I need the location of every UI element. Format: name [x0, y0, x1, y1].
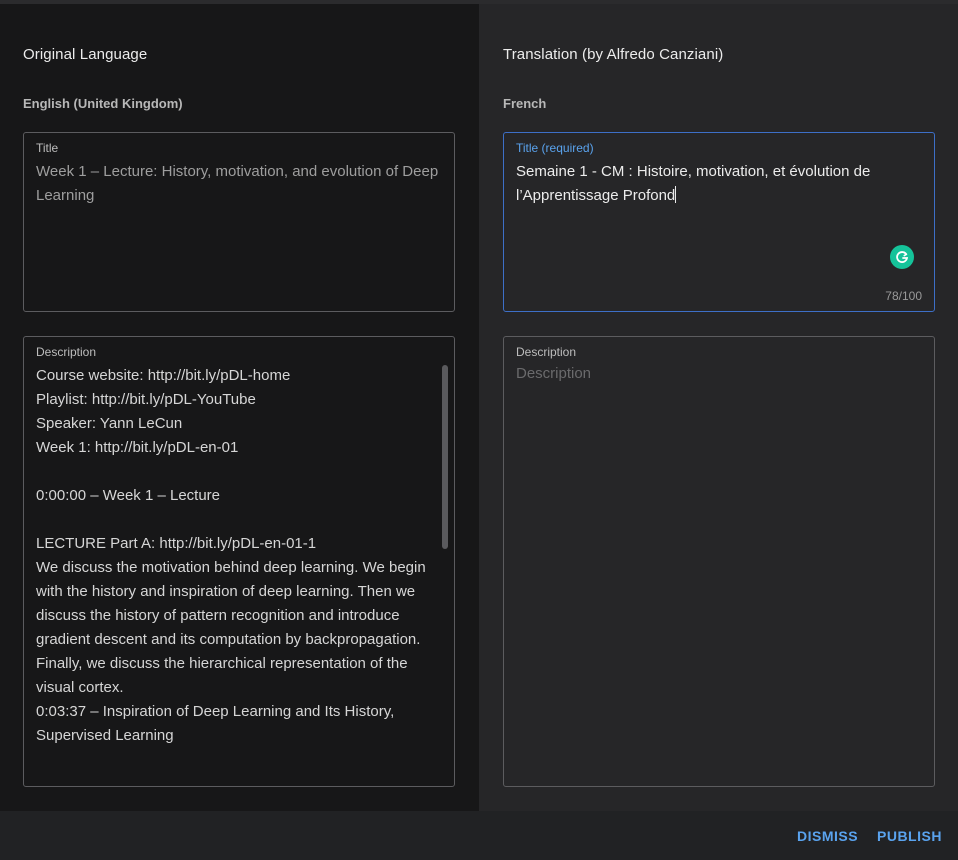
- translation-description-label: Description: [516, 345, 577, 359]
- dismiss-button[interactable]: DISMISS: [797, 828, 858, 844]
- description-line: visual cortex.: [36, 679, 124, 696]
- title-character-counter: 78/100: [885, 289, 922, 303]
- translation-title-label: Title (required): [516, 141, 594, 155]
- original-description-field[interactable]: Description Course website: http://bit.l…: [23, 336, 455, 787]
- description-line: [36, 508, 436, 532]
- description-line: 0:03:37 – Inspiration of Deep Learning a…: [36, 703, 395, 720]
- translation-description-field[interactable]: Description Description: [503, 336, 935, 787]
- description-line: Speaker: Yann LeCun: [36, 415, 183, 432]
- translation-description-placeholder[interactable]: Description: [516, 365, 591, 382]
- grammarly-icon[interactable]: [890, 245, 914, 269]
- translation-title-field[interactable]: Title (required) Semaine 1 - CM : Histoi…: [503, 132, 935, 312]
- original-language-panel: Original Language English (United Kingdo…: [0, 4, 479, 811]
- description-line: Course website: http://bit.ly/pDL-home: [36, 367, 291, 384]
- original-heading: Original Language: [23, 46, 148, 63]
- description-line: 0:00:00 – Week 1 – Lecture: [36, 487, 221, 504]
- publish-button[interactable]: PUBLISH: [877, 828, 942, 844]
- translation-panel: Translation (by Alfredo Canziani) French…: [479, 4, 958, 811]
- description-line: Finally, we discuss the hierarchical rep…: [36, 655, 408, 672]
- translation-heading: Translation (by Alfredo Canziani): [503, 46, 724, 63]
- translation-language-name: French: [503, 96, 547, 111]
- original-description-label: Description: [36, 345, 97, 359]
- description-line: Supervised Learning: [36, 727, 174, 744]
- description-line: with the history and inspiration of deep…: [36, 583, 416, 600]
- description-line: LECTURE Part A: http://bit.ly/pDL-en-01-…: [36, 535, 317, 552]
- translation-title-input[interactable]: Semaine 1 - CM : Histoire, motivation, e…: [516, 160, 870, 208]
- original-title-value: Week 1 – Lecture: History, motivation, a…: [36, 163, 439, 204]
- text-caret: [675, 186, 677, 203]
- description-line: We discuss the motivation behind deep le…: [36, 559, 426, 576]
- original-title-field: Title Week 1 – Lecture: History, motivat…: [23, 132, 455, 312]
- description-line: [36, 460, 436, 484]
- original-title-label: Title: [36, 141, 59, 155]
- description-line: Week 1: http://bit.ly/pDL-en-01: [36, 439, 239, 456]
- description-line: Playlist: http://bit.ly/pDL-YouTube: [36, 391, 256, 408]
- description-scrollbar[interactable]: [442, 365, 448, 549]
- description-line: discuss the history of pattern recogniti…: [36, 607, 400, 624]
- description-line: gradient descent and its computation by …: [36, 631, 421, 648]
- dialog-footer: DISMISS PUBLISH: [0, 811, 958, 860]
- original-description-text: Course website: http://bit.ly/pDL-home Pl…: [36, 364, 436, 748]
- original-language-name: English (United Kingdom): [23, 96, 183, 111]
